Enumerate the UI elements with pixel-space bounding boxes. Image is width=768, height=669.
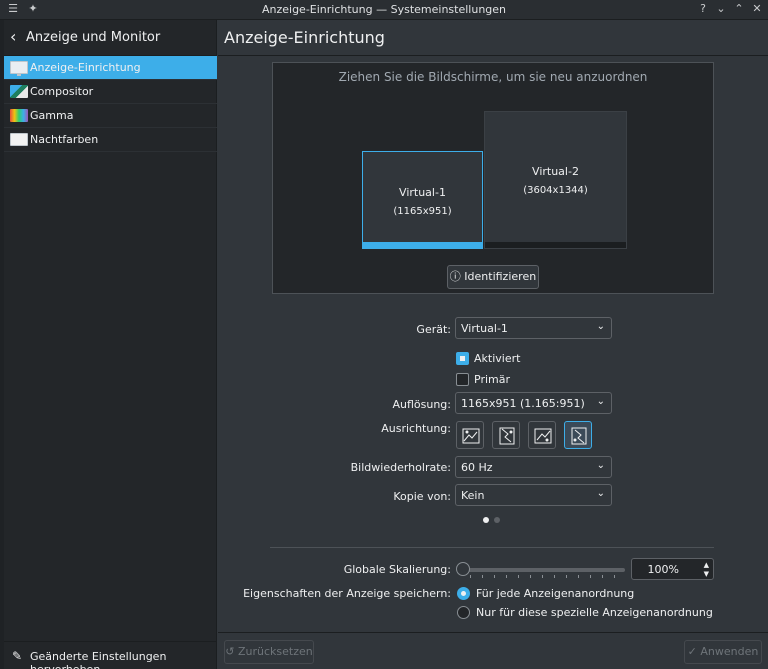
refresh-rate-label: Bildwiederholrate: <box>350 461 451 474</box>
chevron-down-icon: ⌄ <box>596 321 605 332</box>
copy-of-select[interactable]: Kein ⌄ <box>455 484 612 506</box>
info-icon: ⓘ <box>449 270 461 283</box>
sidebar-item-label: Compositor <box>30 85 94 98</box>
screen-arrangement-area[interactable]: Ziehen Sie die Bildschirme, um sie neu a… <box>272 62 714 294</box>
undo-icon: ↺ <box>225 645 235 658</box>
sidebar-item-label: Nachtfarben <box>30 133 99 146</box>
section-divider <box>270 547 714 548</box>
pencil-icon: ✎ <box>12 649 23 663</box>
help-icon[interactable]: ? <box>696 2 710 16</box>
primary-checkbox[interactable] <box>456 373 469 386</box>
screen-name: Virtual-1 <box>399 186 446 199</box>
device-label: Gerät: <box>416 323 451 336</box>
screen-resolution: (3604x1344) <box>523 185 588 196</box>
device-select[interactable]: Virtual-1 ⌄ <box>455 317 612 339</box>
reset-label: Zurücksetzen <box>237 645 313 658</box>
window-title: Anzeige-Einrichtung — Systemeinstellunge… <box>261 3 507 16</box>
global-scale-value: 100% <box>647 563 679 576</box>
rotate-inverted-icon <box>534 428 552 444</box>
identify-button[interactable]: ⓘ Identifizieren <box>447 265 539 289</box>
maximize-icon[interactable]: ⌃ <box>732 2 746 16</box>
spin-down-icon[interactable]: ▼ <box>704 570 709 578</box>
page-header: Anzeige-Einrichtung <box>218 20 768 56</box>
apply-button[interactable]: ✓ Anwenden <box>684 640 762 664</box>
screen-selected-bar <box>363 242 482 248</box>
sidebar: ‹ Anzeige und Monitor Anzeige-Einrichtun… <box>4 20 217 669</box>
orientation-normal-button[interactable] <box>456 421 484 449</box>
sidebar-list: Anzeige-Einrichtung Compositor Gamma Nac… <box>4 56 217 152</box>
rotate-left-icon <box>499 427 515 445</box>
global-scale-spinbox[interactable]: 100% ▲ ▼ <box>631 558 714 580</box>
global-scale-slider[interactable] <box>463 568 625 572</box>
orientation-label: Ausrichtung: <box>381 422 451 435</box>
save-properties-label: Eigenschaften der Anzeige speichern: <box>243 587 451 600</box>
compositor-icon <box>10 85 28 98</box>
enabled-label: Aktiviert <box>474 352 521 365</box>
sidebar-item-label: Anzeige-Einrichtung <box>30 61 141 74</box>
slider-handle[interactable] <box>456 562 470 576</box>
page-indicator-dot-2[interactable] <box>494 517 500 523</box>
screen-resolution: (1165x951) <box>393 206 452 217</box>
copy-of-value: Kein <box>461 489 485 502</box>
sidebar-back-label: Anzeige und Monitor <box>26 30 161 45</box>
highlight-changes-label: Geänderte Einstellungen hervorheben <box>30 650 167 669</box>
resolution-value: 1165x951 (1.165:951) <box>461 397 585 410</box>
chevron-left-icon: ‹ <box>10 27 17 46</box>
footer-separator <box>218 632 768 633</box>
rotate-normal-icon <box>462 428 480 444</box>
sidebar-back-button[interactable]: ‹ Anzeige und Monitor <box>4 20 217 56</box>
window-titlebar: ☰ ✦ Anzeige-Einrichtung — Systemeinstell… <box>0 0 768 20</box>
sidebar-item-anzeige-einrichtung[interactable]: Anzeige-Einrichtung <box>4 56 217 80</box>
chevron-down-icon: ⌄ <box>596 396 605 407</box>
monitor-icon <box>10 61 28 76</box>
page-title: Anzeige-Einrichtung <box>224 28 385 47</box>
screen-virtual-2[interactable]: Virtual-2 (3604x1344) <box>484 111 627 249</box>
page-indicator-dot-1[interactable] <box>483 517 489 523</box>
screen-bar <box>485 242 626 248</box>
save-this-radio[interactable] <box>457 606 470 619</box>
screen-virtual-1[interactable]: Virtual-1 (1165x951) <box>362 151 483 249</box>
device-value: Virtual-1 <box>461 322 508 335</box>
global-scale-label: Globale Skalierung: <box>343 563 451 576</box>
copy-of-label: Kopie von: <box>393 490 451 503</box>
night-color-icon <box>10 133 28 146</box>
spin-up-icon[interactable]: ▲ <box>704 561 709 569</box>
enabled-checkbox[interactable] <box>456 352 469 365</box>
sidebar-item-label: Gamma <box>30 109 74 122</box>
close-icon[interactable]: ✕ <box>750 2 764 16</box>
slider-ticks <box>470 575 620 578</box>
resolution-select[interactable]: 1165x951 (1.165:951) ⌄ <box>455 392 612 414</box>
sidebar-item-compositor[interactable]: Compositor <box>4 80 217 104</box>
rotate-right-icon <box>571 427 587 445</box>
chevron-down-icon: ⌄ <box>596 488 605 499</box>
orientation-inverted-button[interactable] <box>528 421 556 449</box>
resolution-label: Auflösung: <box>392 398 451 411</box>
primary-label: Primär <box>474 373 510 386</box>
save-this-label: Nur für diese spezielle Anzeigenanordnun… <box>476 606 713 619</box>
save-all-label: Für jede Anzeigenanordnung <box>476 587 635 600</box>
sidebar-item-nachtfarben[interactable]: Nachtfarben <box>4 128 217 152</box>
minimize-icon[interactable]: ⌄ <box>714 2 728 16</box>
orientation-right-button[interactable] <box>564 421 592 449</box>
identify-label: Identifizieren <box>464 270 537 283</box>
save-all-radio[interactable] <box>457 587 470 600</box>
check-icon: ✓ <box>687 645 697 658</box>
refresh-rate-value: 60 Hz <box>461 461 493 474</box>
screen-name: Virtual-2 <box>532 165 579 178</box>
arrangement-hint: Ziehen Sie die Bildschirme, um sie neu a… <box>338 70 648 84</box>
reset-button[interactable]: ↺ Zurücksetzen <box>224 640 314 664</box>
sidebar-item-gamma[interactable]: Gamma <box>4 104 217 128</box>
apply-label: Anwenden <box>700 645 759 658</box>
chevron-down-icon: ⌄ <box>596 460 605 471</box>
highlight-changes-button[interactable]: ✎ Geänderte Einstellungen hervorheben <box>4 641 217 669</box>
gamma-icon <box>10 109 28 122</box>
orientation-left-button[interactable] <box>492 421 520 449</box>
refresh-rate-select[interactable]: 60 Hz ⌄ <box>455 456 612 478</box>
